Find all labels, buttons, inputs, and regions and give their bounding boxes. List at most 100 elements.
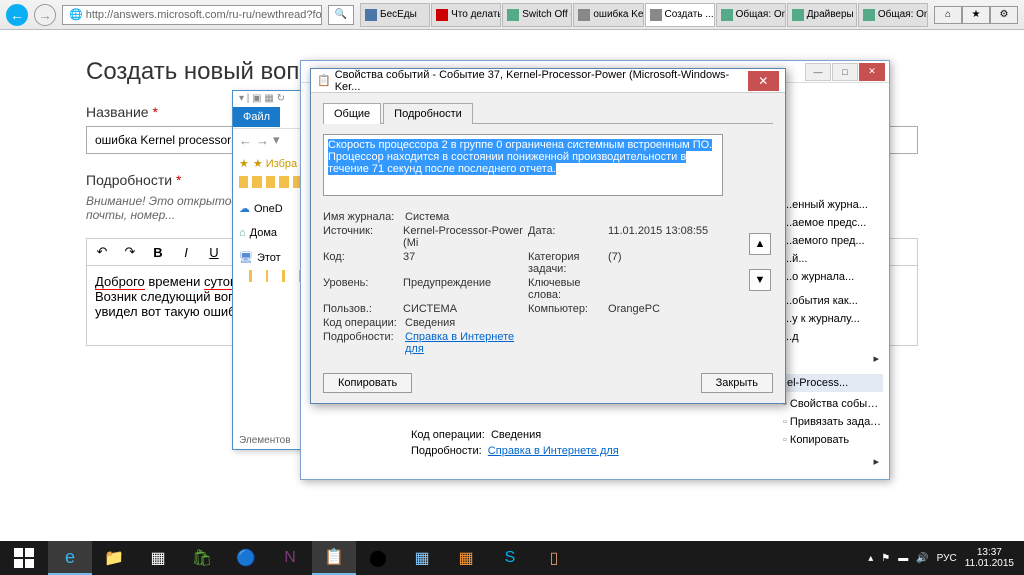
dialog-title: Свойства событий - Событие 37, Kernel-Pr…: [335, 69, 748, 93]
bold-button[interactable]: B: [145, 241, 171, 263]
tree-item[interactable]: Раб: [279, 174, 288, 190]
explorer-ribbon: Файл: [233, 107, 308, 129]
address-bar[interactable]: 🌐http://answers.microsoft.com/ru-ru/newt…: [62, 5, 322, 25]
homegroup-item[interactable]: ⌂ Дома: [239, 225, 302, 241]
taskbar-app[interactable]: ▦: [136, 541, 180, 575]
onedrive-item[interactable]: ☁ OneD: [239, 200, 302, 217]
explorer-status: Элементов: [239, 435, 291, 446]
start-button[interactable]: [0, 541, 48, 575]
action-item[interactable]: ...у к журналу...: [783, 310, 883, 328]
tray-volume-icon[interactable]: 🔊: [916, 553, 928, 564]
next-event-button[interactable]: ▼: [749, 269, 771, 291]
redo-button[interactable]: ↷: [117, 241, 143, 263]
help-link[interactable]: Справка в Интернете для: [488, 445, 619, 457]
event-properties-dialog: 📋 Свойства событий - Событие 37, Kernel-…: [310, 68, 786, 404]
tab-strip: БесЕдыЧто делать ...Switch Off с...ошибк…: [360, 3, 928, 27]
taskbar-app3[interactable]: ▦: [400, 541, 444, 575]
browser-toolbar: ← → 🌐http://answers.microsoft.com/ru-ru/…: [0, 0, 1024, 30]
nav-up[interactable]: ▾: [273, 132, 280, 148]
actions-pane: ...енный журна......аемое предс......аем…: [783, 193, 883, 471]
tools-icon[interactable]: ⚙: [990, 6, 1018, 24]
taskbar: e 📁 ▦ 🛍 🔵 N 📋 ⬤ ▦ ▦ S ▯ ▴ ⚑ ▬ 🔊 РУС 13:3…: [0, 541, 1024, 575]
tray-lang[interactable]: РУС: [937, 553, 957, 564]
action-item[interactable]: ▫Свойства событий: [783, 395, 883, 413]
taskbar-eventvwr[interactable]: 📋: [312, 541, 356, 575]
action-item[interactable]: ▫Привязать задачу к событию...: [783, 413, 883, 431]
action-item[interactable]: ...аемого пред...: [783, 232, 883, 250]
event-message[interactable]: Скорость процессора 2 в группе 0 огранич…: [323, 134, 723, 196]
action-item[interactable]: ...д: [783, 328, 883, 346]
maximize-button[interactable]: □: [832, 63, 858, 81]
favorites-icon[interactable]: ★: [962, 6, 990, 24]
tray-up-icon[interactable]: ▴: [868, 553, 873, 564]
taskbar-app4[interactable]: ▦: [444, 541, 488, 575]
window-controls: ⌂ ★ ⚙: [934, 6, 1018, 24]
tree-item[interactable]: Загр: [252, 174, 262, 190]
browser-tab[interactable]: Что делать ...: [431, 3, 501, 27]
help-link[interactable]: Справка в Интернете для: [405, 331, 514, 355]
tab-general[interactable]: Общие: [323, 103, 381, 124]
thispc-item[interactable]: 🖥 Этот: [239, 249, 302, 266]
action-item[interactable]: ▫Копировать: [783, 431, 883, 449]
action-item[interactable]: ...обытия как...: [783, 292, 883, 310]
taskbar-ie[interactable]: e: [48, 541, 92, 575]
search-button[interactable]: 🔍: [328, 5, 354, 25]
browser-tab[interactable]: Общая: On...: [858, 3, 928, 27]
favorites-header[interactable]: ★ ★ Избра: [239, 155, 302, 172]
taskbar-onenote[interactable]: N: [268, 541, 312, 575]
expand-arrow[interactable]: ▸: [783, 452, 883, 471]
tab-details[interactable]: Подробности: [383, 103, 473, 124]
event-fields: Имя журнала:Система Источник:Kernel-Proc…: [323, 210, 733, 356]
expand-arrow[interactable]: ▸: [783, 349, 883, 368]
actions-header: el-Process...: [783, 374, 883, 392]
underline-button[interactable]: U: [201, 241, 227, 263]
action-item[interactable]: ...енный журна...: [783, 196, 883, 214]
tree-item[interactable]: Вид: [256, 268, 269, 284]
undo-button[interactable]: ↶: [89, 241, 115, 263]
taskbar-skype[interactable]: S: [488, 541, 532, 575]
action-item[interactable]: ...о журнала...: [783, 268, 883, 286]
taskbar-app5[interactable]: ▯: [532, 541, 576, 575]
explorer-quickaccess-toolbar: ▾ | ▣ ▦ ↻: [233, 91, 308, 107]
taskbar-chrome[interactable]: 🔵: [224, 541, 268, 575]
home-icon[interactable]: ⌂: [934, 6, 962, 24]
nav-fwd[interactable]: →: [256, 133, 269, 148]
action-item[interactable]: ...аемое предс...: [783, 214, 883, 232]
explorer-nav: ← → ▾: [233, 129, 308, 151]
dialog-tabs: Общие Подробности: [323, 103, 773, 124]
tree-item[interactable]: Нед: [266, 174, 275, 190]
event-details-bottom: Код операции: Сведения Подробности: Спра…: [411, 427, 619, 459]
taskbar-app2[interactable]: ⬤: [356, 541, 400, 575]
explorer-window: ▾ | ▣ ▦ ↻ Файл ← → ▾ ★ ★ Избра Sky Загр Нед Р…: [232, 90, 309, 450]
dialog-close-button[interactable]: ✕: [748, 71, 779, 91]
tray-network-icon[interactable]: ▬: [898, 553, 908, 564]
italic-button[interactable]: I: [173, 241, 199, 263]
browser-tab[interactable]: Общая: On...: [716, 3, 786, 27]
close-button[interactable]: Закрыть: [701, 373, 773, 393]
nav-back[interactable]: ←: [239, 133, 252, 148]
copy-button[interactable]: Копировать: [323, 373, 412, 393]
explorer-tree[interactable]: ★ ★ Избра SkyЗагрНедРабЯнд ☁ OneD ⌂ Дома…: [233, 151, 308, 290]
minimize-button[interactable]: —: [805, 63, 831, 81]
tray-clock[interactable]: 13:3711.01.2015: [965, 547, 1014, 569]
taskbar-store[interactable]: 🛍: [180, 541, 224, 575]
browser-tab[interactable]: ошибка Ker...: [573, 3, 643, 27]
tree-item[interactable]: Док: [272, 268, 285, 284]
browser-tab[interactable]: БесЕды: [360, 3, 430, 27]
browser-tab[interactable]: Создать ... ✕: [645, 3, 715, 27]
close-button[interactable]: ✕: [859, 63, 885, 81]
taskbar-explorer[interactable]: 📁: [92, 541, 136, 575]
action-item[interactable]: ...й...: [783, 250, 883, 268]
tree-item[interactable]: mr.р: [239, 268, 252, 284]
forward-button[interactable]: →: [34, 4, 56, 26]
tree-item[interactable]: Sky: [239, 174, 248, 190]
system-tray[interactable]: ▴ ⚑ ▬ 🔊 РУС 13:3711.01.2015: [858, 547, 1024, 569]
file-tab[interactable]: Файл: [233, 107, 280, 127]
event-nav-arrows: ▲ ▼: [749, 233, 771, 291]
browser-tab[interactable]: Switch Off с...: [502, 3, 572, 27]
prev-event-button[interactable]: ▲: [749, 233, 771, 255]
browser-tab[interactable]: Драйверы ...: [787, 3, 857, 27]
back-button[interactable]: ←: [6, 4, 28, 26]
tray-flag-icon[interactable]: ⚑: [881, 553, 890, 564]
dialog-titlebar: 📋 Свойства событий - Событие 37, Kernel-…: [311, 69, 785, 93]
